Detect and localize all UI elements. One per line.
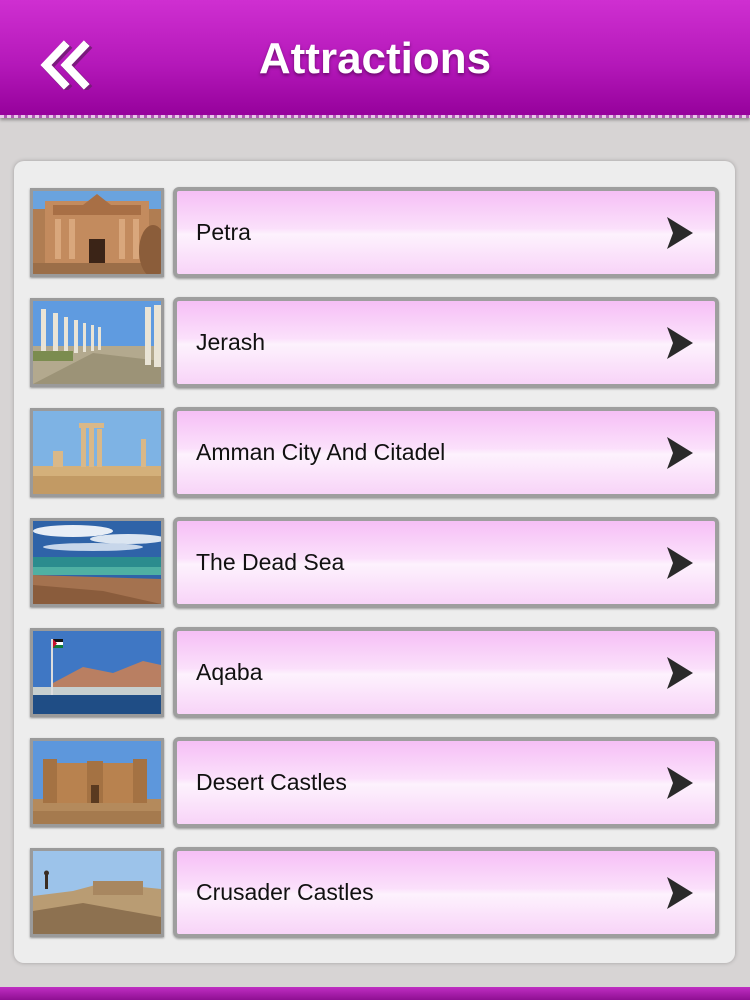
list-item: Petra bbox=[14, 186, 735, 279]
list-item: The Dead Sea bbox=[14, 516, 735, 609]
list-item: Jerash bbox=[14, 296, 735, 389]
item-button-petra[interactable]: Petra bbox=[173, 187, 719, 278]
crusader-castle-thumbnail bbox=[30, 848, 164, 937]
chevron-right-icon bbox=[667, 877, 693, 909]
chevron-right-icon bbox=[667, 217, 693, 249]
item-label: Jerash bbox=[196, 329, 266, 355]
chevron-right-icon bbox=[667, 437, 693, 469]
list-item: Amman City And Citadel bbox=[14, 406, 735, 499]
aqaba-thumbnail bbox=[30, 628, 164, 717]
page-title: Attractions bbox=[258, 34, 492, 83]
item-label: Amman City And Citadel bbox=[196, 439, 446, 465]
list-item: Aqaba bbox=[14, 626, 735, 719]
item-label: Crusader Castles bbox=[196, 879, 374, 905]
dead-sea-thumbnail bbox=[30, 518, 164, 607]
item-button-desert-castles[interactable]: Desert Castles bbox=[173, 737, 719, 828]
chevron-right-icon bbox=[667, 327, 693, 359]
item-button-aqaba[interactable]: Aqaba bbox=[173, 627, 719, 718]
list-item: Crusader Castles bbox=[14, 846, 735, 939]
chevron-right-icon bbox=[667, 547, 693, 579]
item-label: Petra bbox=[196, 219, 251, 245]
desert-castle-thumbnail bbox=[30, 738, 164, 827]
item-button-amman-city-and-citadel[interactable]: Amman City And Citadel bbox=[173, 407, 719, 498]
chevron-right-icon bbox=[667, 657, 693, 689]
amman-citadel-thumbnail bbox=[30, 408, 164, 497]
item-label: Aqaba bbox=[196, 659, 263, 685]
jerash-thumbnail bbox=[30, 298, 164, 387]
chevron-right-icon bbox=[667, 767, 693, 799]
item-button-jerash[interactable]: Jerash bbox=[173, 297, 719, 388]
petra-thumbnail bbox=[30, 188, 164, 277]
attractions-list: Petra Jerash Amman City And Citadel The … bbox=[14, 161, 735, 963]
item-button-crusader-castles[interactable]: Crusader Castles bbox=[173, 847, 719, 938]
item-label: Desert Castles bbox=[196, 769, 347, 795]
item-label: The Dead Sea bbox=[196, 549, 345, 575]
nav-bar: Attractions bbox=[0, 0, 750, 118]
list-item: Desert Castles bbox=[14, 736, 735, 829]
bottom-bar bbox=[0, 987, 750, 1000]
item-button-the-dead-sea[interactable]: The Dead Sea bbox=[173, 517, 719, 608]
